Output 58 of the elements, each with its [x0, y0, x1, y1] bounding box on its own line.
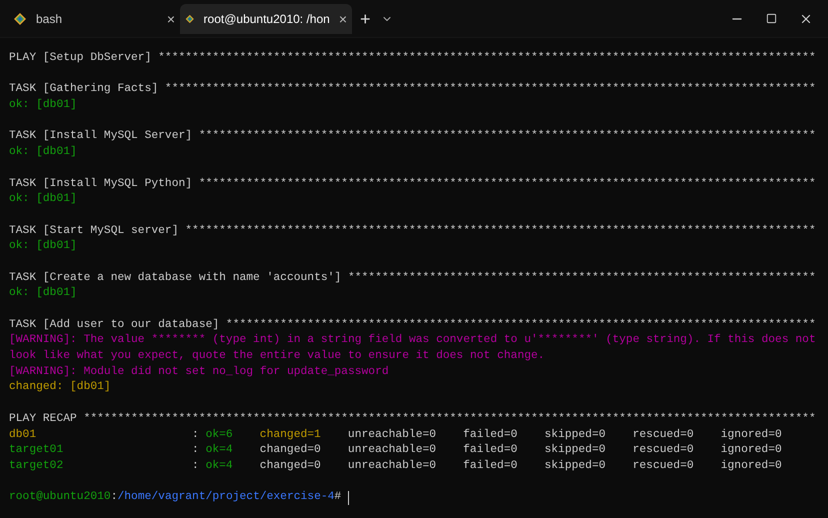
- terminal-line: ok: [db01]: [9, 239, 77, 254]
- recap-cell-text: skipped=0: [544, 458, 607, 474]
- recap-cell-text: ignored=0: [720, 428, 783, 442]
- prompt-text: root@ubuntu2010: [9, 490, 111, 506]
- maximize-icon[interactable]: [766, 13, 777, 24]
- recap-cell-text: failed=0: [463, 443, 518, 458]
- terminal-line: [WARNING]: Module did not set no_log for update_password: [9, 364, 389, 380]
- close-tab-button[interactable]: ×: [338, 12, 347, 26]
- recap-cell-text: target01: [9, 443, 64, 458]
- recap-cell-text: ok=4: [206, 458, 234, 474]
- terminal-app-icon: [13, 12, 27, 26]
- terminal-line: PLAY [Setup DbServer] *************************************************************************************************: [9, 51, 816, 66]
- terminal-line: TASK [Add user to our database] ***************************************************************************************: [9, 318, 816, 333]
- prompt-text: :: [110, 490, 118, 506]
- recap-cell-text: target02: [9, 458, 64, 474]
- recap-cell-text: ignored=0: [720, 458, 783, 474]
- terminal-line: TASK [Create a new database with name 'accounts'] *********************************************************************: [9, 270, 816, 286]
- close-tab-button[interactable]: ×: [166, 12, 175, 26]
- prompt-text: #: [334, 490, 342, 506]
- recap-cell-text: :: [192, 458, 200, 474]
- terminal-line: look like what you expect, quote the entire value to ensure it does not change.: [9, 349, 545, 364]
- tab-title: bash: [36, 10, 64, 28]
- recap-cell-text: db01: [9, 428, 38, 442]
- terminal-line: changed: [db01]: [9, 380, 111, 396]
- recap-cell-text: rescued=0: [632, 428, 695, 442]
- recap-cell-text: failed=0: [463, 428, 518, 442]
- terminal-line: [WARNING]: The value ******** (type int) in a string field was converted to u'********' (type string). If this does not: [9, 333, 816, 348]
- recap-cell-text: unreachable=0: [348, 428, 438, 442]
- terminal-tab[interactable]: bash ×: [8, 4, 180, 34]
- recap-cell-text: changed=0: [260, 443, 322, 458]
- terminal-line: PLAY RECAP ************************************************************************************************************: [9, 412, 817, 427]
- recap-cell-text: skipped=0: [544, 428, 607, 442]
- recap-cell-text: ignored=0: [720, 443, 783, 458]
- recap-cell-text: :: [192, 428, 200, 442]
- recap-cell-text: rescued=0: [632, 458, 695, 474]
- cursor: [348, 491, 350, 506]
- terminal-line: TASK [Gathering Facts] ************************************************************************************************: [9, 82, 816, 98]
- recap-cell-text: unreachable=0: [348, 443, 438, 458]
- tab-title: root@ubuntu2010: /hon: [204, 10, 330, 28]
- terminal-line: ok: [db01]: [9, 192, 77, 208]
- recap-cell-text: skipped=0: [544, 443, 607, 458]
- recap-cell-text: :: [192, 443, 200, 458]
- new-tab-button[interactable]: +: [360, 10, 371, 28]
- prompt-text: /home/vagrant/project/exercise-4: [117, 490, 334, 506]
- recap-cell-text: ok=4: [206, 443, 234, 458]
- recap-cell-text: changed=1: [260, 428, 322, 442]
- recap-cell-text: unreachable=0: [348, 458, 438, 474]
- recap-cell-text: changed=0: [260, 458, 322, 474]
- terminal-line: TASK [Start MySQL server] *********************************************************************************************: [9, 224, 816, 239]
- recap-cell-text: failed=0: [463, 458, 518, 474]
- terminal-line: ok: [db01]: [9, 98, 77, 114]
- recap-cell-text: rescued=0: [632, 443, 695, 458]
- terminal-line: ok: [db01]: [9, 145, 77, 160]
- terminal-line: TASK [Install MySQL Server] *******************************************************************************************: [9, 129, 816, 144]
- recap-cell-text: ok=6: [206, 428, 234, 442]
- terminal-tab[interactable]: root@ubuntu2010: /hon ×: [180, 4, 352, 34]
- terminal-line: ok: [db01]: [9, 286, 77, 302]
- terminal-line: TASK [Install MySQL Python] *******************************************************************************************: [9, 176, 816, 192]
